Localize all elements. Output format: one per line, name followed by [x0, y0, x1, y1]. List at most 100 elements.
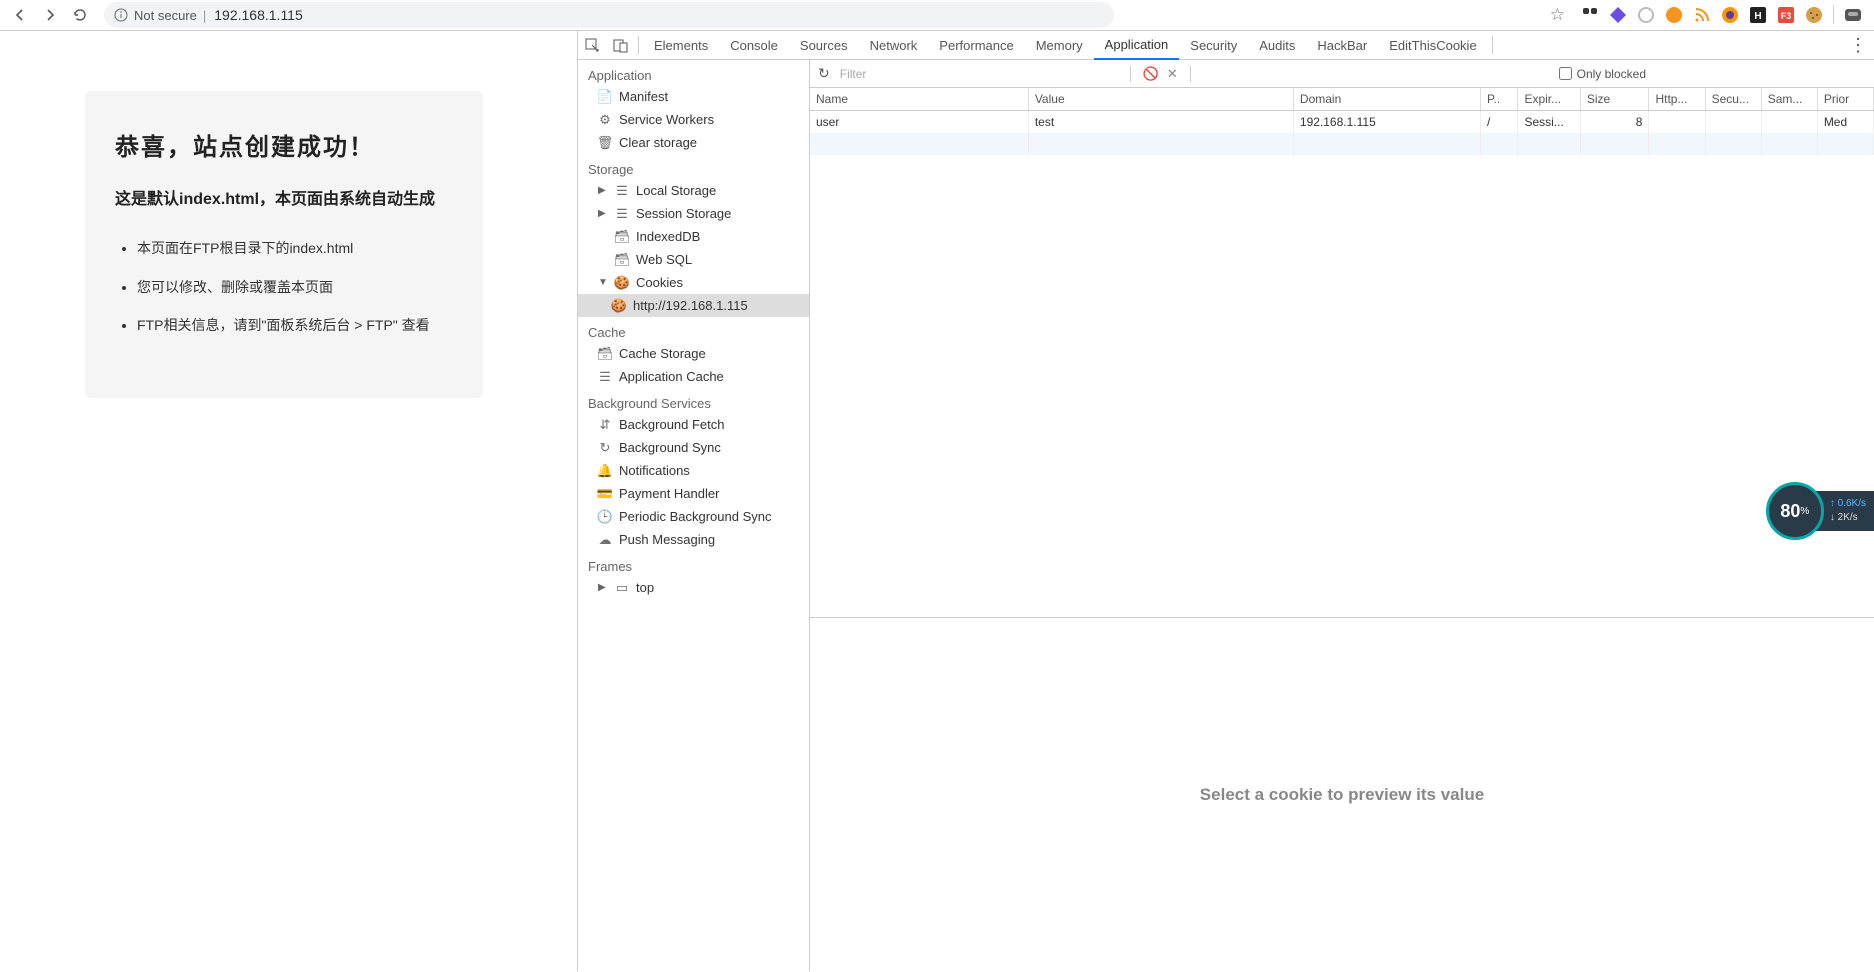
sidebar-item-payment[interactable]: 💳Payment Handler	[578, 482, 809, 505]
list-item: 本页面在FTP根目录下的index.html	[137, 237, 453, 259]
col-header[interactable]: Name	[810, 88, 1028, 111]
page-title: 恭喜，站点创建成功！	[115, 127, 453, 162]
storage-icon: ☰	[615, 184, 629, 198]
sidebar-section-application: Application	[578, 60, 809, 85]
devtools-more-icon[interactable]: ⋮	[1842, 35, 1874, 56]
sidebar-item-periodic-sync[interactable]: 🕒Periodic Background Sync	[578, 505, 809, 528]
tab-editthiscookie[interactable]: EditThisCookie	[1378, 31, 1487, 60]
list-item: FTP相关信息，请到"面板系统后台 > FTP" 查看	[137, 314, 453, 336]
sidebar-section-cache: Cache	[578, 317, 809, 342]
col-header[interactable]: Http...	[1649, 88, 1705, 111]
speed-widget[interactable]: 80% ↑ 0.6K/s ↓ 2K/s	[1766, 482, 1874, 540]
inspect-icon[interactable]	[578, 31, 606, 59]
tab-security[interactable]: Security	[1179, 31, 1248, 60]
tab-console[interactable]: Console	[719, 31, 789, 60]
filter-bar: ↻ 🚫 ✕ Only blocked	[810, 60, 1874, 88]
cookie-icon: 🍪	[615, 276, 629, 290]
ext-icon-6[interactable]	[1721, 6, 1739, 24]
welcome-card: 恭喜，站点创建成功！ 这是默认index.html，本页面由系统自动生成 本页面…	[85, 91, 483, 398]
ext-icon-3[interactable]	[1637, 6, 1655, 24]
ext-icon-8[interactable]: F3	[1777, 6, 1795, 24]
table-row[interactable]	[810, 133, 1874, 155]
page-list: 本页面在FTP根目录下的index.html 您可以修改、删除或覆盖本页面 FT…	[115, 237, 453, 336]
sidebar-section-bg: Background Services	[578, 388, 809, 413]
sidebar-item-push[interactable]: ☁Push Messaging	[578, 528, 809, 551]
not-secure-label: Not secure	[134, 8, 197, 23]
cookies-table[interactable]: NameValueDomainP..Expir...SizeHttp...Sec…	[810, 88, 1874, 618]
ext-icon-4[interactable]	[1665, 6, 1683, 24]
sidebar-item-cookies[interactable]: ▼🍪Cookies	[578, 271, 809, 294]
rss-icon[interactable]	[1693, 6, 1711, 24]
address-bar[interactable]: Not secure | 192.168.1.115	[104, 2, 1114, 28]
download-speed: 2K/s	[1838, 512, 1858, 523]
storage-icon: ☰	[615, 207, 629, 221]
sidebar-item-bg-sync[interactable]: ↻Background Sync	[578, 436, 809, 459]
tab-application[interactable]: Application	[1094, 31, 1180, 60]
col-header[interactable]: Value	[1028, 88, 1293, 111]
tab-elements[interactable]: Elements	[643, 31, 719, 60]
col-header[interactable]: Sam...	[1761, 88, 1817, 111]
sidebar-item-service-workers[interactable]: ⚙Service Workers	[578, 108, 809, 131]
page-subtitle: 这是默认index.html，本页面由系统自动生成	[115, 186, 453, 213]
tab-sources[interactable]: Sources	[789, 31, 859, 60]
col-header[interactable]: Prior	[1817, 88, 1873, 111]
info-icon	[114, 8, 128, 22]
col-header[interactable]: Domain	[1293, 88, 1480, 111]
database-icon: 🗃	[615, 253, 629, 267]
tab-hackbar[interactable]: HackBar	[1306, 31, 1378, 60]
ext-icon-2[interactable]	[1609, 6, 1627, 24]
sidebar-item-websql[interactable]: 🗃Web SQL	[578, 248, 809, 271]
forward-button[interactable]	[38, 3, 62, 27]
trash-icon: 🗑	[598, 136, 612, 150]
upload-speed: 0.6K/s	[1838, 498, 1866, 509]
clock-icon: 🕒	[598, 510, 612, 524]
tab-audits[interactable]: Audits	[1248, 31, 1306, 60]
sidebar-item-notifications[interactable]: 🔔Notifications	[578, 459, 809, 482]
filter-input[interactable]	[838, 65, 1118, 83]
extension-icons: ☆ H F3	[1550, 5, 1866, 25]
ext-icon-7[interactable]: H	[1749, 6, 1767, 24]
sidebar-item-clear-storage[interactable]: 🗑Clear storage	[578, 131, 809, 154]
reload-button[interactable]	[68, 3, 92, 27]
database-icon: 🗃	[615, 230, 629, 244]
sidebar-section-frames: Frames	[578, 551, 809, 576]
device-icon[interactable]	[606, 31, 634, 59]
avatar-icon[interactable]	[1844, 6, 1862, 24]
col-header[interactable]: Expir...	[1518, 88, 1580, 111]
cookie-icon: 🍪	[612, 299, 626, 313]
file-icon: 📄	[598, 90, 612, 104]
speed-percent: 80%	[1766, 482, 1824, 540]
tab-memory[interactable]: Memory	[1025, 31, 1094, 60]
gear-icon: ⚙	[598, 113, 612, 127]
sidebar-item-local-storage[interactable]: ▶☰Local Storage	[578, 179, 809, 202]
card-icon: 💳	[598, 487, 612, 501]
tab-network[interactable]: Network	[859, 31, 929, 60]
star-icon[interactable]: ☆	[1550, 5, 1565, 25]
close-icon[interactable]: ✕	[1167, 66, 1178, 82]
sidebar-item-session-storage[interactable]: ▶☰Session Storage	[578, 202, 809, 225]
browser-toolbar: Not secure | 192.168.1.115 ☆ H F3	[0, 0, 1874, 31]
sidebar-item-bg-fetch[interactable]: ⇵Background Fetch	[578, 413, 809, 436]
ext-icon-1[interactable]	[1581, 6, 1599, 24]
sidebar-item-app-cache[interactable]: ☰Application Cache	[578, 365, 809, 388]
back-button[interactable]	[8, 3, 32, 27]
col-header[interactable]: Size	[1580, 88, 1649, 111]
sidebar-item-cache-storage[interactable]: 🗃Cache Storage	[578, 342, 809, 365]
database-icon: 🗃	[598, 347, 612, 361]
table-row[interactable]: usertest192.168.1.115/Sessi...8Med	[810, 111, 1874, 134]
only-blocked-checkbox[interactable]: Only blocked	[1559, 67, 1646, 81]
col-header[interactable]: P..	[1481, 88, 1518, 111]
fetch-icon: ⇵	[598, 418, 612, 432]
sidebar-section-storage: Storage	[578, 154, 809, 179]
cookie-icon[interactable]	[1805, 6, 1823, 24]
application-sidebar: Application 📄Manifest ⚙Service Workers 🗑…	[578, 60, 810, 971]
col-header[interactable]: Secu...	[1705, 88, 1761, 111]
sidebar-item-manifest[interactable]: 📄Manifest	[578, 85, 809, 108]
clear-icon[interactable]: 🚫	[1143, 66, 1159, 82]
sidebar-item-top-frame[interactable]: ▶▭top	[578, 576, 809, 599]
sidebar-item-indexeddb[interactable]: 🗃IndexedDB	[578, 225, 809, 248]
tab-performance[interactable]: Performance	[928, 31, 1024, 60]
refresh-icon[interactable]: ↻	[818, 65, 830, 82]
sidebar-item-cookie-origin[interactable]: 🍪http://192.168.1.115	[578, 294, 809, 317]
url-text: 192.168.1.115	[214, 7, 303, 23]
